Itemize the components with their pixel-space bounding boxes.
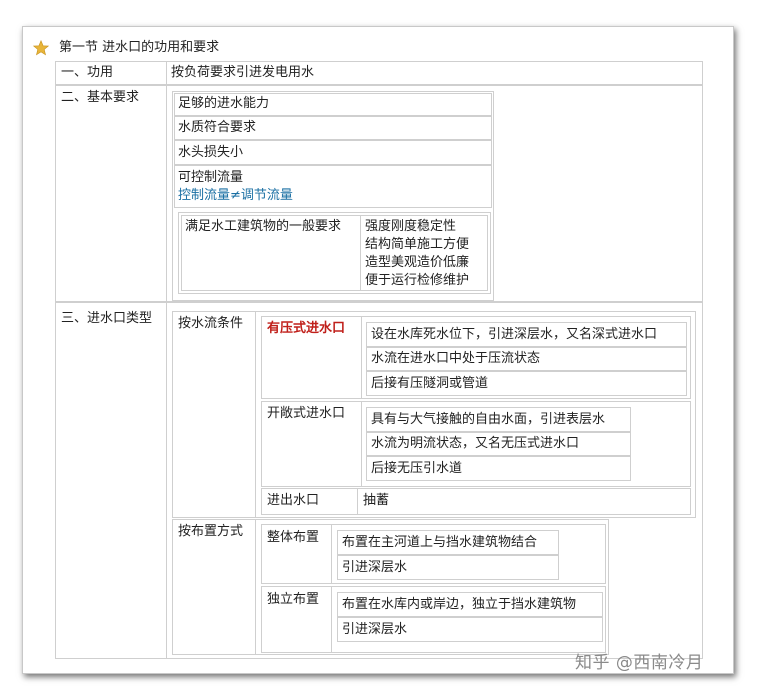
independent-layout-divider: [331, 586, 332, 653]
flow-conditions-label: 按水流条件: [178, 316, 244, 331]
independent-layout-item-text: 引进深层水: [342, 622, 408, 637]
open-intake-item-text: 后接无压引水道: [371, 461, 463, 476]
whole-layout-item-text: 引进深层水: [342, 560, 408, 575]
inlet-outlet-divider: [357, 488, 358, 515]
requirement-item-text: 水质符合要求: [178, 120, 257, 135]
requirement-item-text: 可控制流量: [178, 170, 244, 185]
pressure-intake-item-text: 后接有压隧洞或管道: [371, 376, 489, 391]
whole-layout-item-text: 布置在主河道上与挡水建筑物结合: [342, 535, 538, 550]
pressure-intake-item-text: 设在水库死水位下，引进深层水，又名深式进水口: [371, 327, 658, 342]
pressure-intake-label: 有压式进水口: [267, 321, 346, 336]
layout-label: 按布置方式: [178, 524, 244, 539]
general-requirement-item: 结构简单施工方便: [365, 237, 470, 252]
open-intake-label: 开敞式进水口: [267, 406, 346, 421]
whole-layout-divider: [331, 524, 332, 584]
watermark: 知乎 @西南冷月: [575, 653, 704, 673]
pressure-intake-item-text: 水流在进水口中处于压流状态: [371, 351, 541, 366]
section-requirements-label: 二、基本要求: [61, 90, 140, 105]
section-requirements-divider: [166, 85, 167, 302]
general-requirements-divider: [360, 215, 361, 291]
layout-divider: [255, 519, 256, 655]
star-icon: [33, 40, 49, 56]
section-function-label: 一、功用: [61, 65, 114, 80]
inlet-outlet-label: 进出水口: [267, 493, 320, 508]
page-title: 第一节 进水口的功用和要求: [59, 40, 220, 55]
general-requirement-item: 造型美观造价低廉: [365, 255, 470, 270]
whole-layout-label: 整体布置: [267, 530, 320, 545]
general-requirement-item: 便于运行检修维护: [365, 273, 470, 288]
section-function-text: 按负荷要求引进发电用水: [171, 65, 315, 80]
requirement-item-text: 水头损失小: [178, 145, 244, 160]
section-types-label: 三、进水口类型: [61, 311, 153, 326]
general-requirement-item: 强度刚度稳定性: [365, 219, 457, 234]
requirement-item-text: 足够的进水能力: [178, 96, 270, 111]
inlet-outlet-box: [261, 488, 691, 515]
pressure-intake-divider: [361, 316, 362, 399]
open-intake-divider: [361, 401, 362, 487]
flow-conditions-divider: [255, 311, 256, 518]
inlet-outlet-text: 抽蓄: [363, 493, 390, 508]
open-intake-item-text: 具有与大气接触的自由水面，引进表层水: [371, 412, 606, 427]
flow-control-note: 控制流量≠调节流量: [178, 188, 293, 203]
general-requirements-label: 满足水工建筑物的一般要求: [185, 219, 342, 234]
independent-layout-label: 独立布置: [267, 592, 320, 607]
independent-layout-item-text: 布置在水库内或岸边，独立于挡水建筑物: [342, 597, 577, 612]
open-intake-item-text: 水流为明流状态，又名无压式进水口: [371, 436, 580, 451]
section-types-divider: [166, 302, 167, 659]
